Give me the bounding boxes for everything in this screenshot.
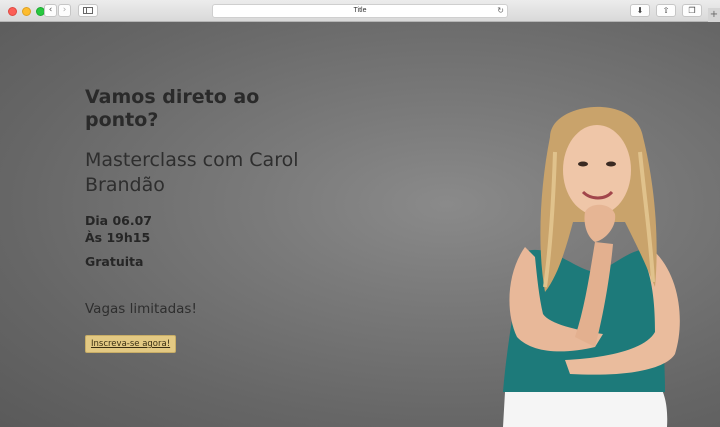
- chevron-right-icon: ›: [62, 5, 67, 15]
- sidebar-toggle-button[interactable]: [78, 4, 98, 17]
- event-price: Gratuita: [85, 254, 144, 269]
- speaker-photo: [503, 106, 680, 427]
- back-button[interactable]: ‹: [44, 4, 57, 17]
- plus-icon: +: [709, 9, 719, 20]
- download-button[interactable]: ⬇: [630, 4, 650, 17]
- share-button[interactable]: ⇧: [656, 4, 676, 17]
- face-shape: [563, 125, 631, 215]
- right-eye-shape: [606, 161, 616, 167]
- chevron-left-icon: ‹: [48, 5, 53, 15]
- forward-button[interactable]: ›: [58, 4, 71, 17]
- hero-section: Vamos direto ao ponto? Masterclass com C…: [0, 22, 720, 427]
- reload-icon[interactable]: ↻: [497, 5, 504, 17]
- tab-overview-button[interactable]: ❐: [682, 4, 702, 17]
- hand-shape: [584, 204, 616, 242]
- event-time: Às 19h15: [85, 230, 151, 245]
- limited-spots-text: Vagas limitadas!: [85, 301, 197, 317]
- hero-subtitle: Masterclass com Carol Brandão: [85, 149, 299, 196]
- signup-button[interactable]: Inscreva-se agora!: [85, 335, 177, 353]
- page-title: Title: [353, 7, 367, 14]
- tabs-icon: ❐: [688, 6, 696, 15]
- event-date: Dia 06.07: [85, 213, 152, 228]
- left-eye-shape: [578, 161, 588, 167]
- window-controls: [8, 7, 45, 16]
- share-icon: ⇧: [662, 6, 670, 15]
- close-window-button[interactable]: [8, 7, 17, 16]
- new-tab-button[interactable]: +: [708, 8, 720, 22]
- minimize-window-button[interactable]: [22, 7, 31, 16]
- hero-headline: Vamos direto ao ponto?: [85, 86, 260, 131]
- download-icon: ⬇: [636, 6, 644, 15]
- address-bar[interactable]: Title ↻: [212, 4, 508, 18]
- browser-toolbar: ‹ › Title ↻ ⬇ ⇧ ❐ +: [0, 0, 720, 22]
